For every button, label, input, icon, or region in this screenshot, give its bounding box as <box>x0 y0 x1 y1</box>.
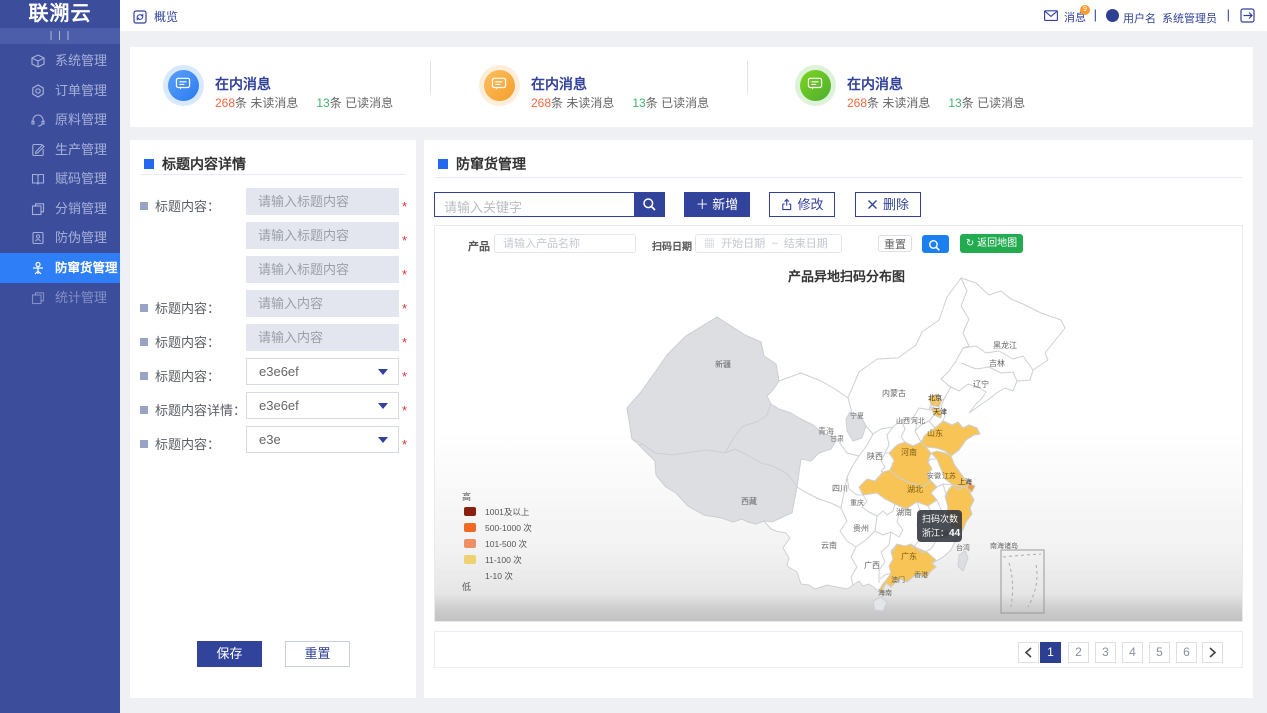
svg-text:澳门: 澳门 <box>891 575 905 584</box>
svg-text:安徽: 安徽 <box>927 471 941 480</box>
svg-text:河北: 河北 <box>911 417 925 425</box>
svg-text:内蒙古: 内蒙古 <box>882 388 906 398</box>
svg-text:四川: 四川 <box>832 484 848 493</box>
svg-text:江苏: 江苏 <box>942 471 956 480</box>
svg-text:上海: 上海 <box>958 477 972 486</box>
svg-text:500-1000 次: 500-1000 次 <box>485 523 532 533</box>
svg-text:台湾: 台湾 <box>956 543 970 552</box>
svg-text:高: 高 <box>462 491 471 502</box>
svg-text:浙江：44: 浙江：44 <box>922 527 961 539</box>
svg-text:天津: 天津 <box>933 408 947 416</box>
svg-text:山西: 山西 <box>896 416 910 425</box>
svg-text:辽宁: 辽宁 <box>973 379 989 389</box>
svg-text:广东: 广东 <box>901 551 917 561</box>
svg-text:低: 低 <box>462 581 471 592</box>
svg-text:吉林: 吉林 <box>989 358 1005 368</box>
svg-text:新疆: 新疆 <box>715 359 731 369</box>
svg-text:贵州: 贵州 <box>853 523 869 533</box>
svg-text:1-10 次: 1-10 次 <box>485 571 513 581</box>
svg-text:甘肃: 甘肃 <box>830 434 844 443</box>
svg-text:湖南: 湖南 <box>896 507 912 517</box>
svg-text:宁夏: 宁夏 <box>850 411 864 420</box>
svg-text:黑龙江: 黑龙江 <box>993 340 1017 350</box>
svg-text:河南: 河南 <box>901 447 917 457</box>
svg-text:扫码次数: 扫码次数 <box>922 513 958 524</box>
svg-text:11-100 次: 11-100 次 <box>485 555 522 565</box>
svg-text:重庆: 重庆 <box>850 498 864 507</box>
svg-text:湖北: 湖北 <box>907 485 923 494</box>
svg-text:青海: 青海 <box>818 426 834 436</box>
svg-text:陕西: 陕西 <box>867 451 883 461</box>
svg-text:101-500 次: 101-500 次 <box>485 539 528 549</box>
svg-text:山东: 山东 <box>927 428 943 438</box>
svg-text:北京: 北京 <box>928 393 942 402</box>
svg-text:广西: 广西 <box>864 560 880 570</box>
svg-text:西藏: 西藏 <box>741 496 757 506</box>
svg-text:南海诸岛: 南海诸岛 <box>990 541 1018 550</box>
svg-text:香港: 香港 <box>914 570 928 579</box>
svg-text:1001及以上: 1001及以上 <box>485 507 530 517</box>
svg-text:海南: 海南 <box>878 588 892 597</box>
svg-text:云南: 云南 <box>821 540 837 550</box>
